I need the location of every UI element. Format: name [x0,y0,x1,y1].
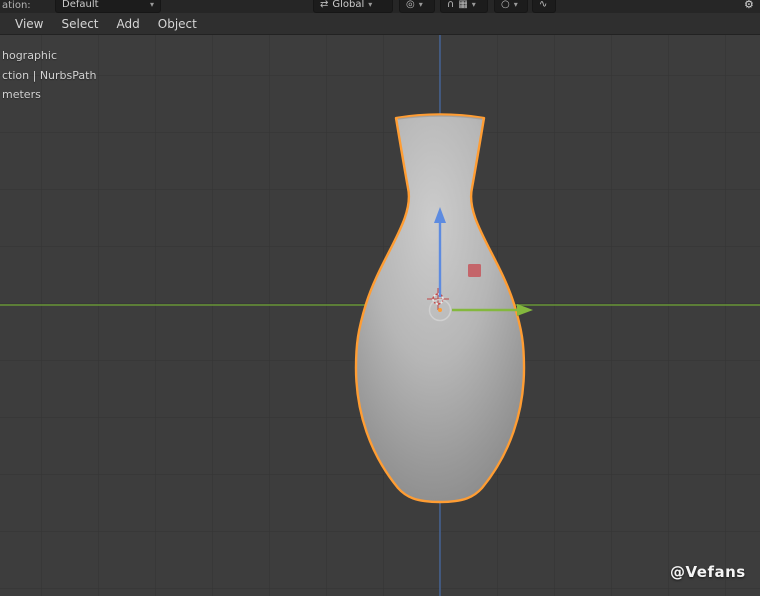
viewport-3d[interactable]: hographic ction | NurbsPath meters @Vefa… [0,35,760,596]
menu-add[interactable]: Add [108,13,149,35]
snapping-group[interactable]: ∩ ▦ ▾ [440,0,488,13]
falloff-dropdown[interactable]: ∿ [532,0,556,13]
orientation-dropdown-value: Global [332,0,364,10]
viewport-header: View Select Add Object [0,13,760,35]
menu-view[interactable]: View [6,13,52,35]
orientation-icon: ⇄ [320,0,328,10]
gizmo-plane-handle[interactable] [468,264,481,277]
viewport-overlay-info: hographic ction | NurbsPath meters [2,46,96,105]
pivot-point-icon: ◎ [406,0,415,10]
topbar: ation: Default ▾ ⇄ Global ▾ ◎ ▾ ∩ ▦ ▾ ○ … [0,0,760,13]
workspace-dropdown[interactable]: Default ▾ [55,0,161,13]
chevron-down-icon: ▾ [419,0,423,9]
chevron-down-icon: ▾ [472,0,476,9]
magnet-icon[interactable]: ∩ [447,0,454,10]
object-origin-dot [438,308,442,312]
watermark-text: @Vefans [670,563,746,581]
overlay-view-name: hographic [2,46,96,66]
menu-select[interactable]: Select [52,13,107,35]
tool-settings-icon[interactable]: ⚙ [744,0,754,11]
menu-object[interactable]: Object [149,13,206,35]
blender-window: ation: Default ▾ ⇄ Global ▾ ◎ ▾ ∩ ▦ ▾ ○ … [0,0,760,596]
workspace-dropdown-value: Default [62,0,99,10]
chevron-down-icon: ▾ [514,0,518,9]
transform-orientation-dropdown[interactable]: ⇄ Global ▾ [313,0,393,13]
overlay-active-object: ction | NurbsPath [2,66,96,86]
snap-target-icon: ▦ [458,0,467,10]
topbar-left-label: ation: [2,0,31,11]
chevron-down-icon: ▾ [368,0,372,9]
overlay-units: meters [2,85,96,105]
proportional-editing-dropdown[interactable]: ○ ▾ [494,0,528,13]
viewport-canvas [0,35,760,596]
falloff-curve-icon: ∿ [539,0,547,10]
chevron-down-icon: ▾ [150,0,154,9]
pivot-point-dropdown[interactable]: ◎ ▾ [399,0,435,13]
proportional-editing-icon: ○ [501,0,510,10]
